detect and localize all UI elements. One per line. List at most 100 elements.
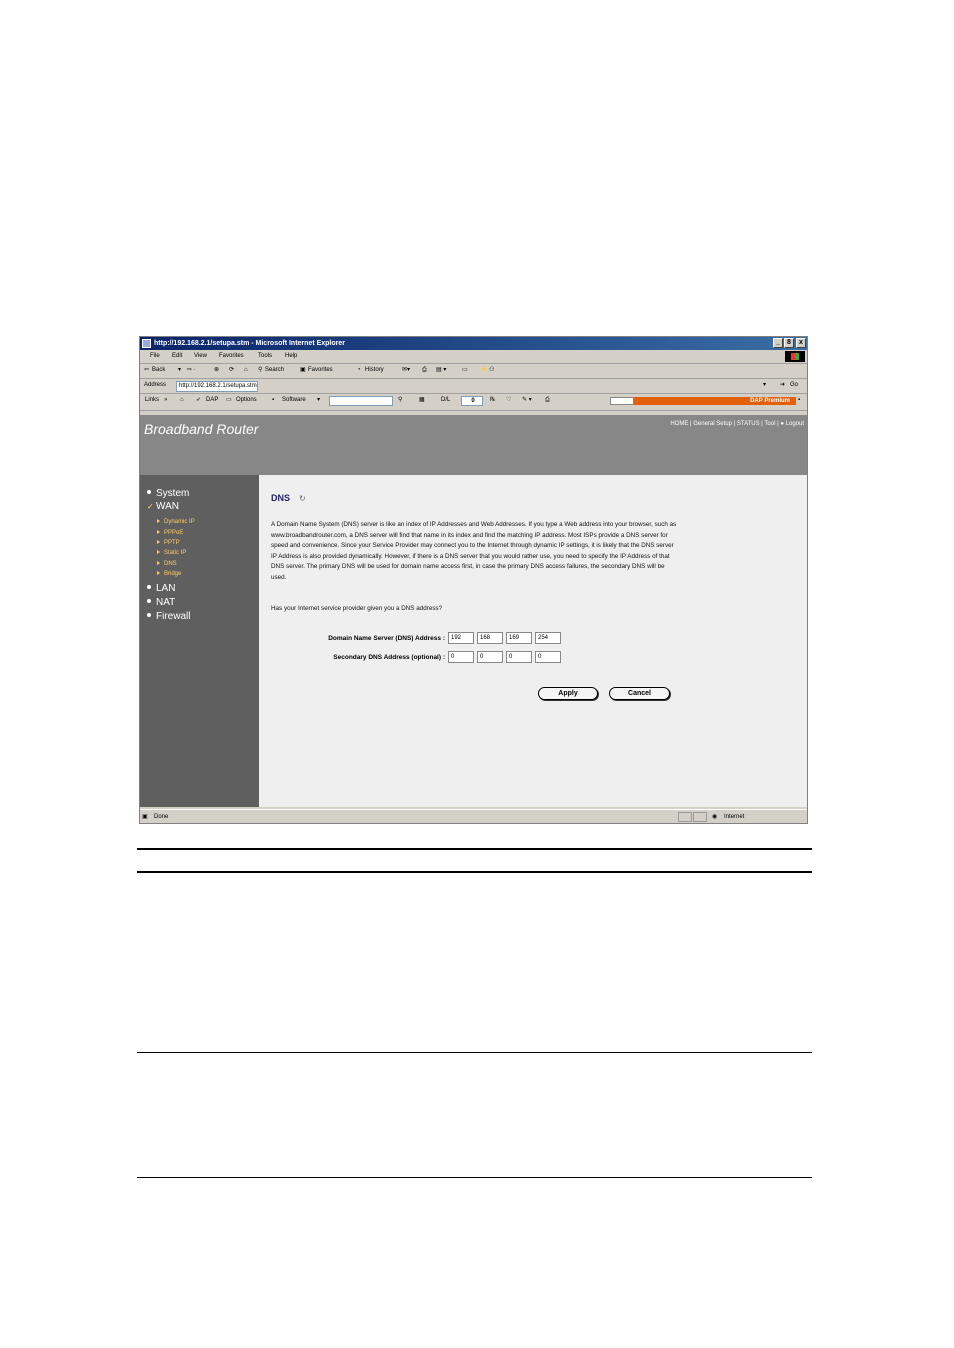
go-button[interactable]: Go [790, 379, 798, 391]
print-icon[interactable]: ⎙ [422, 364, 427, 376]
mail-icon[interactable]: ✉▾ [402, 364, 410, 376]
primary-dns-octet-2[interactable]: 168 [477, 632, 503, 644]
dns-content: DNS ↻ A Domain Name System (DNS) server … [259, 475, 807, 807]
sidebar-item-wan[interactable]: ✓ WAN [147, 501, 179, 512]
menu-favorites[interactable]: Favorites [219, 350, 244, 362]
sidebar-sub-pptp[interactable]: PPTP [157, 540, 180, 546]
discuss-icon[interactable]: ▭ [462, 364, 468, 376]
check-icon: ✓ [147, 502, 154, 511]
options-button[interactable]: Options [236, 394, 257, 406]
dap-home-icon[interactable]: ⌂ [180, 394, 184, 406]
nav-general-setup[interactable]: General Setup [693, 421, 732, 427]
links-bar: Links » ⌂ ➶ DAP ▭ Options ▪ Software ▾ ⚲… [140, 394, 807, 411]
dap-search-input[interactable] [329, 396, 393, 406]
search-icon: ⚲ [258, 367, 263, 373]
sidebar-item-label: System [156, 488, 190, 499]
nav-tool[interactable]: Tool [764, 421, 775, 427]
sidebar-sub-label: Dynamic IP [164, 519, 195, 525]
table-rule [137, 1052, 812, 1053]
software-dropdown-arrow-icon[interactable]: ▾ [317, 394, 320, 406]
sidebar-sub-pppoe[interactable]: PPPoE [157, 530, 183, 536]
sidebar-item-nat[interactable]: NAT [147, 597, 175, 608]
primary-dns-octet-1[interactable]: 192 [448, 632, 474, 644]
sidebar-item-system[interactable]: System [147, 488, 189, 499]
stop-icon[interactable]: ⊗ [214, 364, 219, 376]
dropdown-arrow-icon[interactable]: ▾ [178, 364, 181, 376]
arrow-icon [157, 550, 160, 554]
home-icon[interactable]: ⌂ [244, 364, 248, 376]
nav-logout[interactable]: Logout [786, 421, 804, 427]
messenger-icon[interactable]: ⚡ ⚇ [480, 364, 495, 376]
dap-premium-icon[interactable]: ▪ [798, 394, 800, 406]
internet-zone-icon: ◉ [712, 814, 718, 820]
secondary-dns-octet-3[interactable]: 0 [506, 651, 532, 663]
primary-dns-label: Domain Name Server (DNS) Address : [328, 635, 445, 642]
arrow-icon [157, 530, 160, 534]
dns-question: Has your Internet service provider given… [271, 605, 443, 612]
dap-button[interactable]: DAP [206, 394, 218, 406]
secondary-dns-octet-2[interactable]: 0 [477, 651, 503, 663]
address-input[interactable]: http://192.168.2.1/setupa.stm [176, 381, 258, 392]
sidebar-item-label: LAN [156, 583, 176, 594]
cancel-button[interactable]: Cancel [609, 687, 670, 700]
history-button[interactable]: History [365, 364, 384, 376]
forward-arrow-icon[interactable]: ⇨ · [187, 364, 196, 376]
links-label[interactable]: Links [145, 394, 159, 406]
links-chevron-icon[interactable]: » [164, 394, 167, 406]
sidebar-sub-label: DNS [164, 561, 177, 567]
sidebar-sub-bridge[interactable]: Bridge [157, 571, 181, 577]
bullet-icon [147, 585, 151, 590]
nav-status[interactable]: STATUS [737, 421, 760, 427]
menu-tools[interactable]: Tools [258, 350, 272, 362]
sidebar-item-lan[interactable]: LAN [147, 583, 175, 594]
address-label: Address [144, 382, 167, 388]
nav-home[interactable]: HOME [670, 421, 688, 427]
address-bar: Address http://192.168.2.1/setupa.stm ▾ … [140, 379, 807, 394]
dl-count: 0 [461, 396, 483, 406]
address-dropdown-icon[interactable]: ▾ [763, 379, 766, 391]
speed-icon[interactable]: ℞ [490, 394, 495, 406]
menu-help[interactable]: Help [285, 350, 297, 362]
minimize-button[interactable]: _ [773, 338, 783, 348]
progress-bar [610, 397, 634, 405]
pen-icon[interactable]: ✎ ▾ [522, 394, 532, 406]
dap-grid-icon[interactable]: ▦ [419, 394, 425, 406]
back-button[interactable]: Back [152, 364, 165, 376]
top-nav: HOME | General Setup | STATUS | Tool | ●… [670, 421, 804, 427]
sidebar-sub-label: PPTP [164, 540, 180, 546]
favorites-button[interactable]: Favorites [308, 364, 333, 376]
dap-search-icon[interactable]: ⚲ [398, 394, 402, 406]
menu-file[interactable]: File [150, 350, 160, 362]
sidebar: System ✓ WAN Dynamic IP PPPoE PPTP Static… [140, 475, 259, 807]
software-dropdown[interactable]: Software [282, 394, 306, 406]
sidebar-item-firewall[interactable]: Firewall [147, 611, 190, 622]
dns-logo-icon: ↻ [299, 494, 306, 503]
heart-icon[interactable]: ♡ [506, 394, 511, 406]
sidebar-item-label: WAN [156, 501, 179, 512]
arrow-icon [157, 571, 160, 575]
refresh-icon[interactable]: ⟳ [229, 364, 234, 376]
close-button[interactable]: x [796, 338, 806, 348]
primary-dns-octet-4[interactable]: 254 [535, 632, 561, 644]
back-arrow-icon: ⇦ [144, 367, 150, 373]
sidebar-sub-static-ip[interactable]: Static IP [157, 550, 186, 556]
sidebar-sub-dynamic-ip[interactable]: Dynamic IP [157, 519, 195, 525]
dap-premium-banner[interactable]: DAP Premium [634, 397, 796, 405]
primary-dns-octet-3[interactable]: 169 [506, 632, 532, 644]
secondary-dns-octet-4[interactable]: 0 [535, 651, 561, 663]
edit-icon[interactable]: ▤ ▾ [436, 364, 446, 376]
search-button[interactable]: Search [265, 364, 284, 376]
status-text: Done [154, 814, 169, 820]
bullet-icon [147, 599, 151, 604]
menu-view[interactable]: View [194, 350, 207, 362]
sidebar-sub-dns[interactable]: DNS [157, 561, 177, 567]
page-title: DNS [271, 493, 291, 503]
secondary-dns-octet-1[interactable]: 0 [448, 651, 474, 663]
printer-icon[interactable]: ⎙ [545, 394, 550, 406]
apply-button[interactable]: Apply [538, 687, 598, 700]
table-rule [137, 848, 812, 850]
menu-bar: File Edit View Favorites Tools Help [140, 350, 807, 364]
menu-edit[interactable]: Edit [172, 350, 182, 362]
sidebar-sub-label: Bridge [164, 571, 182, 577]
maximize-button[interactable]: 8 [784, 338, 794, 348]
